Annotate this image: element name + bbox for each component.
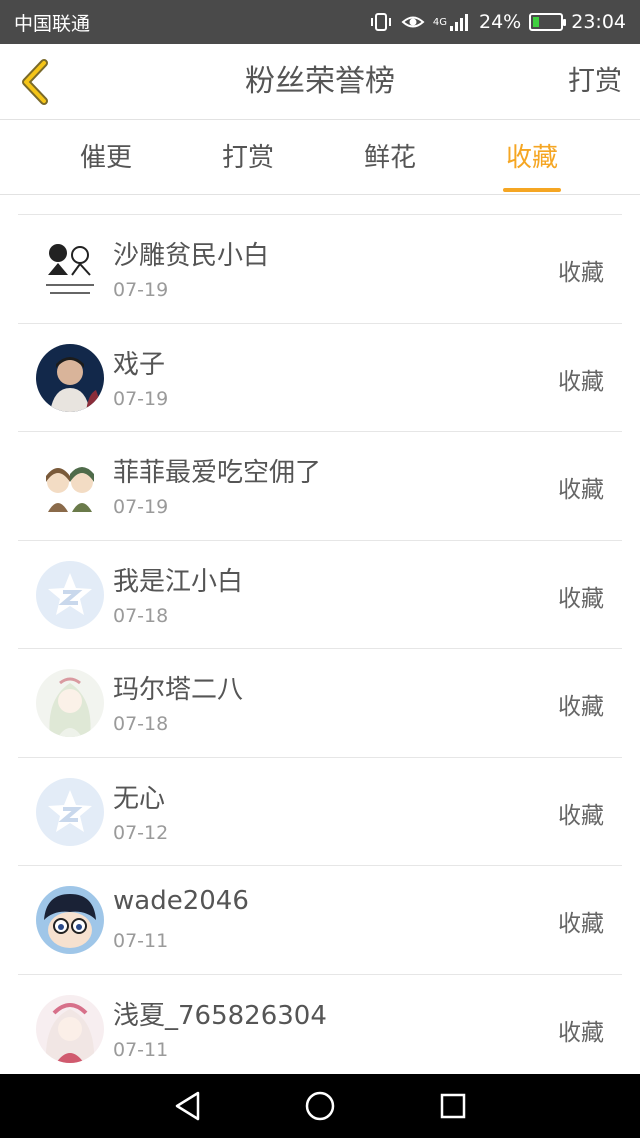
fan-action: 收藏 <box>558 260 604 286</box>
header: 粉丝荣誉榜 打赏 <box>0 44 640 120</box>
status-bar: 中国联通 4G 24% 23:04 <box>0 0 640 44</box>
list-item[interactable]: 沙雕贫民小白 07-19 收藏 <box>18 214 622 323</box>
fan-action: 收藏 <box>558 802 604 829</box>
anime-girl-avatar <box>36 669 104 737</box>
vibrate-icon <box>369 12 393 32</box>
fan-name: 无心 <box>113 783 166 814</box>
recent-square-icon <box>441 1093 466 1119</box>
fan-name: 沙雕贫民小白 <box>113 241 270 271</box>
fan-date: 07-19 <box>113 279 169 301</box>
tab-reward-label: 打赏 <box>221 143 274 173</box>
nav-back-button[interactable] <box>167 1086 207 1126</box>
default-star-avatar <box>36 777 104 846</box>
eye-icon <box>401 13 425 31</box>
tab-collect-label: 收藏 <box>505 143 558 173</box>
fan-name: 玛尔塔二八 <box>113 675 244 705</box>
fan-date: 07-12 <box>113 821 169 844</box>
fan-action: 收藏 <box>558 911 604 937</box>
fan-date: 07-19 <box>113 496 169 518</box>
tab-flowers[interactable]: 鲜花 <box>319 121 461 195</box>
fan-date: 07-11 <box>113 1038 169 1061</box>
list-item[interactable]: 菲菲最爱吃空佣了 07-19 收藏 <box>18 431 622 540</box>
fan-date: 07-11 <box>113 930 169 952</box>
tab-collect[interactable]: 收藏 <box>461 121 603 195</box>
photo-avatar <box>36 343 104 412</box>
list-item[interactable]: 无心 07-12 收藏 <box>18 756 622 866</box>
carrier-label: 中国联通 <box>14 12 91 35</box>
nav-home-button[interactable] <box>300 1086 340 1126</box>
fan-name: 戏子 <box>113 349 166 380</box>
tab-flowers-label: 鲜花 <box>363 143 416 173</box>
anime-girls-avatar <box>36 452 104 520</box>
back-triangle-icon <box>175 1091 199 1121</box>
battery-icon <box>529 13 567 31</box>
battery-percent: 24% <box>479 11 522 33</box>
fan-action: 收藏 <box>558 477 604 503</box>
default-star-avatar <box>36 560 104 629</box>
list-item[interactable]: wade2046 07-11 收藏 <box>18 865 622 974</box>
fan-name: wade2046 <box>113 886 249 916</box>
fan-date: 07-19 <box>113 387 169 410</box>
status-icons: 4G 24% 23:04 <box>369 11 626 33</box>
fan-action: 收藏 <box>558 585 604 612</box>
list-item[interactable]: 玛尔塔二八 07-18 收藏 <box>18 648 622 757</box>
anime-boy-avatar <box>36 886 104 954</box>
sketch-couple-avatar <box>36 235 104 303</box>
tab-urge[interactable]: 催更 <box>35 121 177 195</box>
fan-name: 我是江小白 <box>113 566 244 597</box>
tab-bar: 催更 打赏 鲜花 收藏 <box>0 121 640 195</box>
fan-name: 菲菲最爱吃空佣了 <box>113 458 322 488</box>
fan-list: 沙雕贫民小白 07-19 收藏 戏子 07-19 收藏 菲菲最爱吃空佣了 07-… <box>18 214 622 1082</box>
list-item[interactable]: 我是江小白 07-18 收藏 <box>18 539 622 649</box>
tab-reward[interactable]: 打赏 <box>177 121 319 195</box>
network-type-label: 4G <box>432 16 447 28</box>
page-title: 粉丝荣誉榜 <box>245 64 395 99</box>
nav-recent-button[interactable] <box>433 1086 473 1126</box>
active-tab-indicator <box>503 188 561 192</box>
fan-action: 收藏 <box>558 1019 604 1046</box>
home-circle-icon <box>305 1091 335 1121</box>
fan-action: 收藏 <box>558 694 604 720</box>
fan-date: 07-18 <box>113 604 169 627</box>
list-item[interactable]: 戏子 07-19 收藏 <box>18 322 622 432</box>
fan-action: 收藏 <box>558 368 604 395</box>
reward-button[interactable]: 打赏 <box>568 44 622 120</box>
system-nav-bar <box>0 1074 640 1138</box>
list-item[interactable]: 浅夏_765826304 07-11 收藏 <box>18 973 622 1083</box>
anime-pink-avatar <box>36 994 104 1063</box>
tab-urge-label: 催更 <box>79 143 132 173</box>
clock: 23:04 <box>571 11 626 33</box>
signal-icon: 4G <box>433 13 471 31</box>
fan-date: 07-18 <box>113 713 169 735</box>
fan-name: 浅夏_765826304 <box>113 1000 327 1031</box>
